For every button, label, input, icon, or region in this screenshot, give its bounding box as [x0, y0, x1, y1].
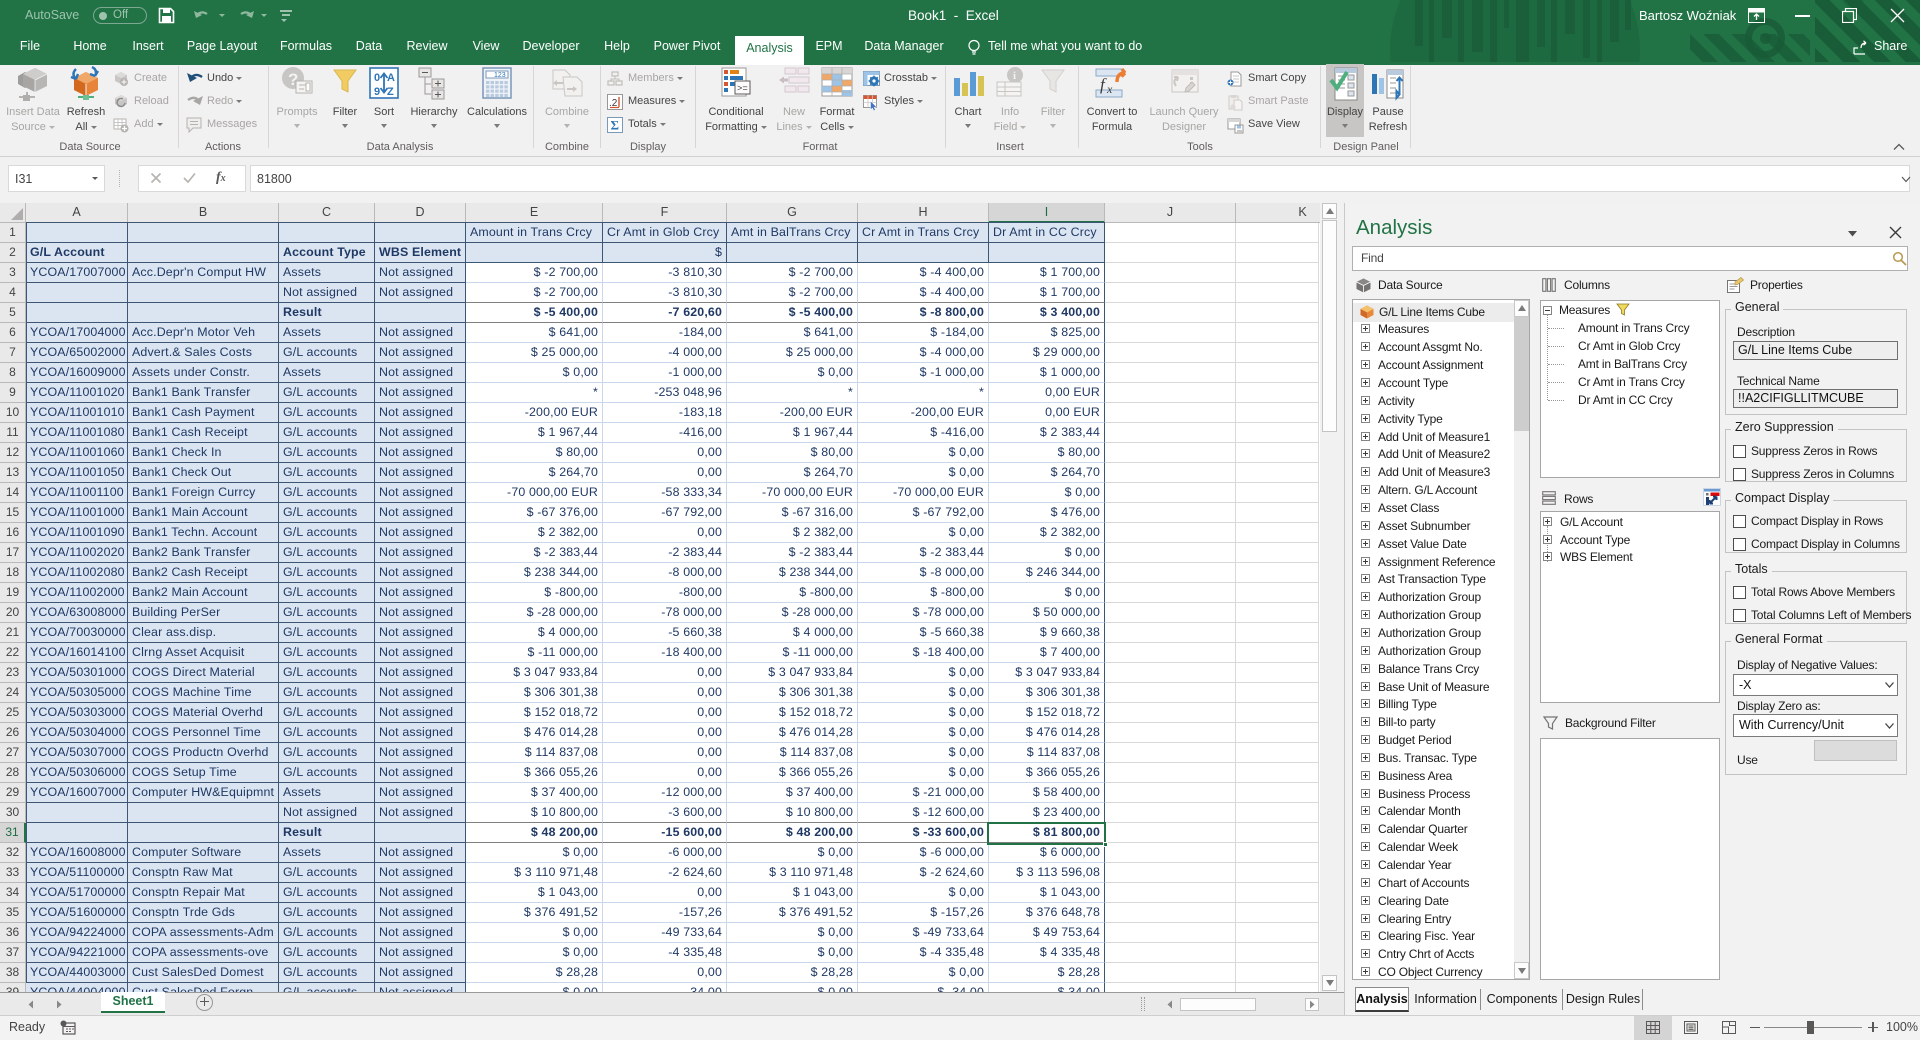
svg-text:A: A [387, 72, 395, 84]
svg-text:Z: Z [387, 86, 394, 98]
svg-text:0: 0 [374, 72, 380, 84]
svg-text:>=: >= [737, 84, 748, 94]
svg-text:x: x [1106, 82, 1113, 96]
svg-text:Σ: Σ [611, 118, 620, 133]
svg-text:9: 9 [374, 86, 380, 98]
svg-text:i: i [1013, 70, 1016, 82]
svg-text:123: 123 [494, 72, 506, 79]
